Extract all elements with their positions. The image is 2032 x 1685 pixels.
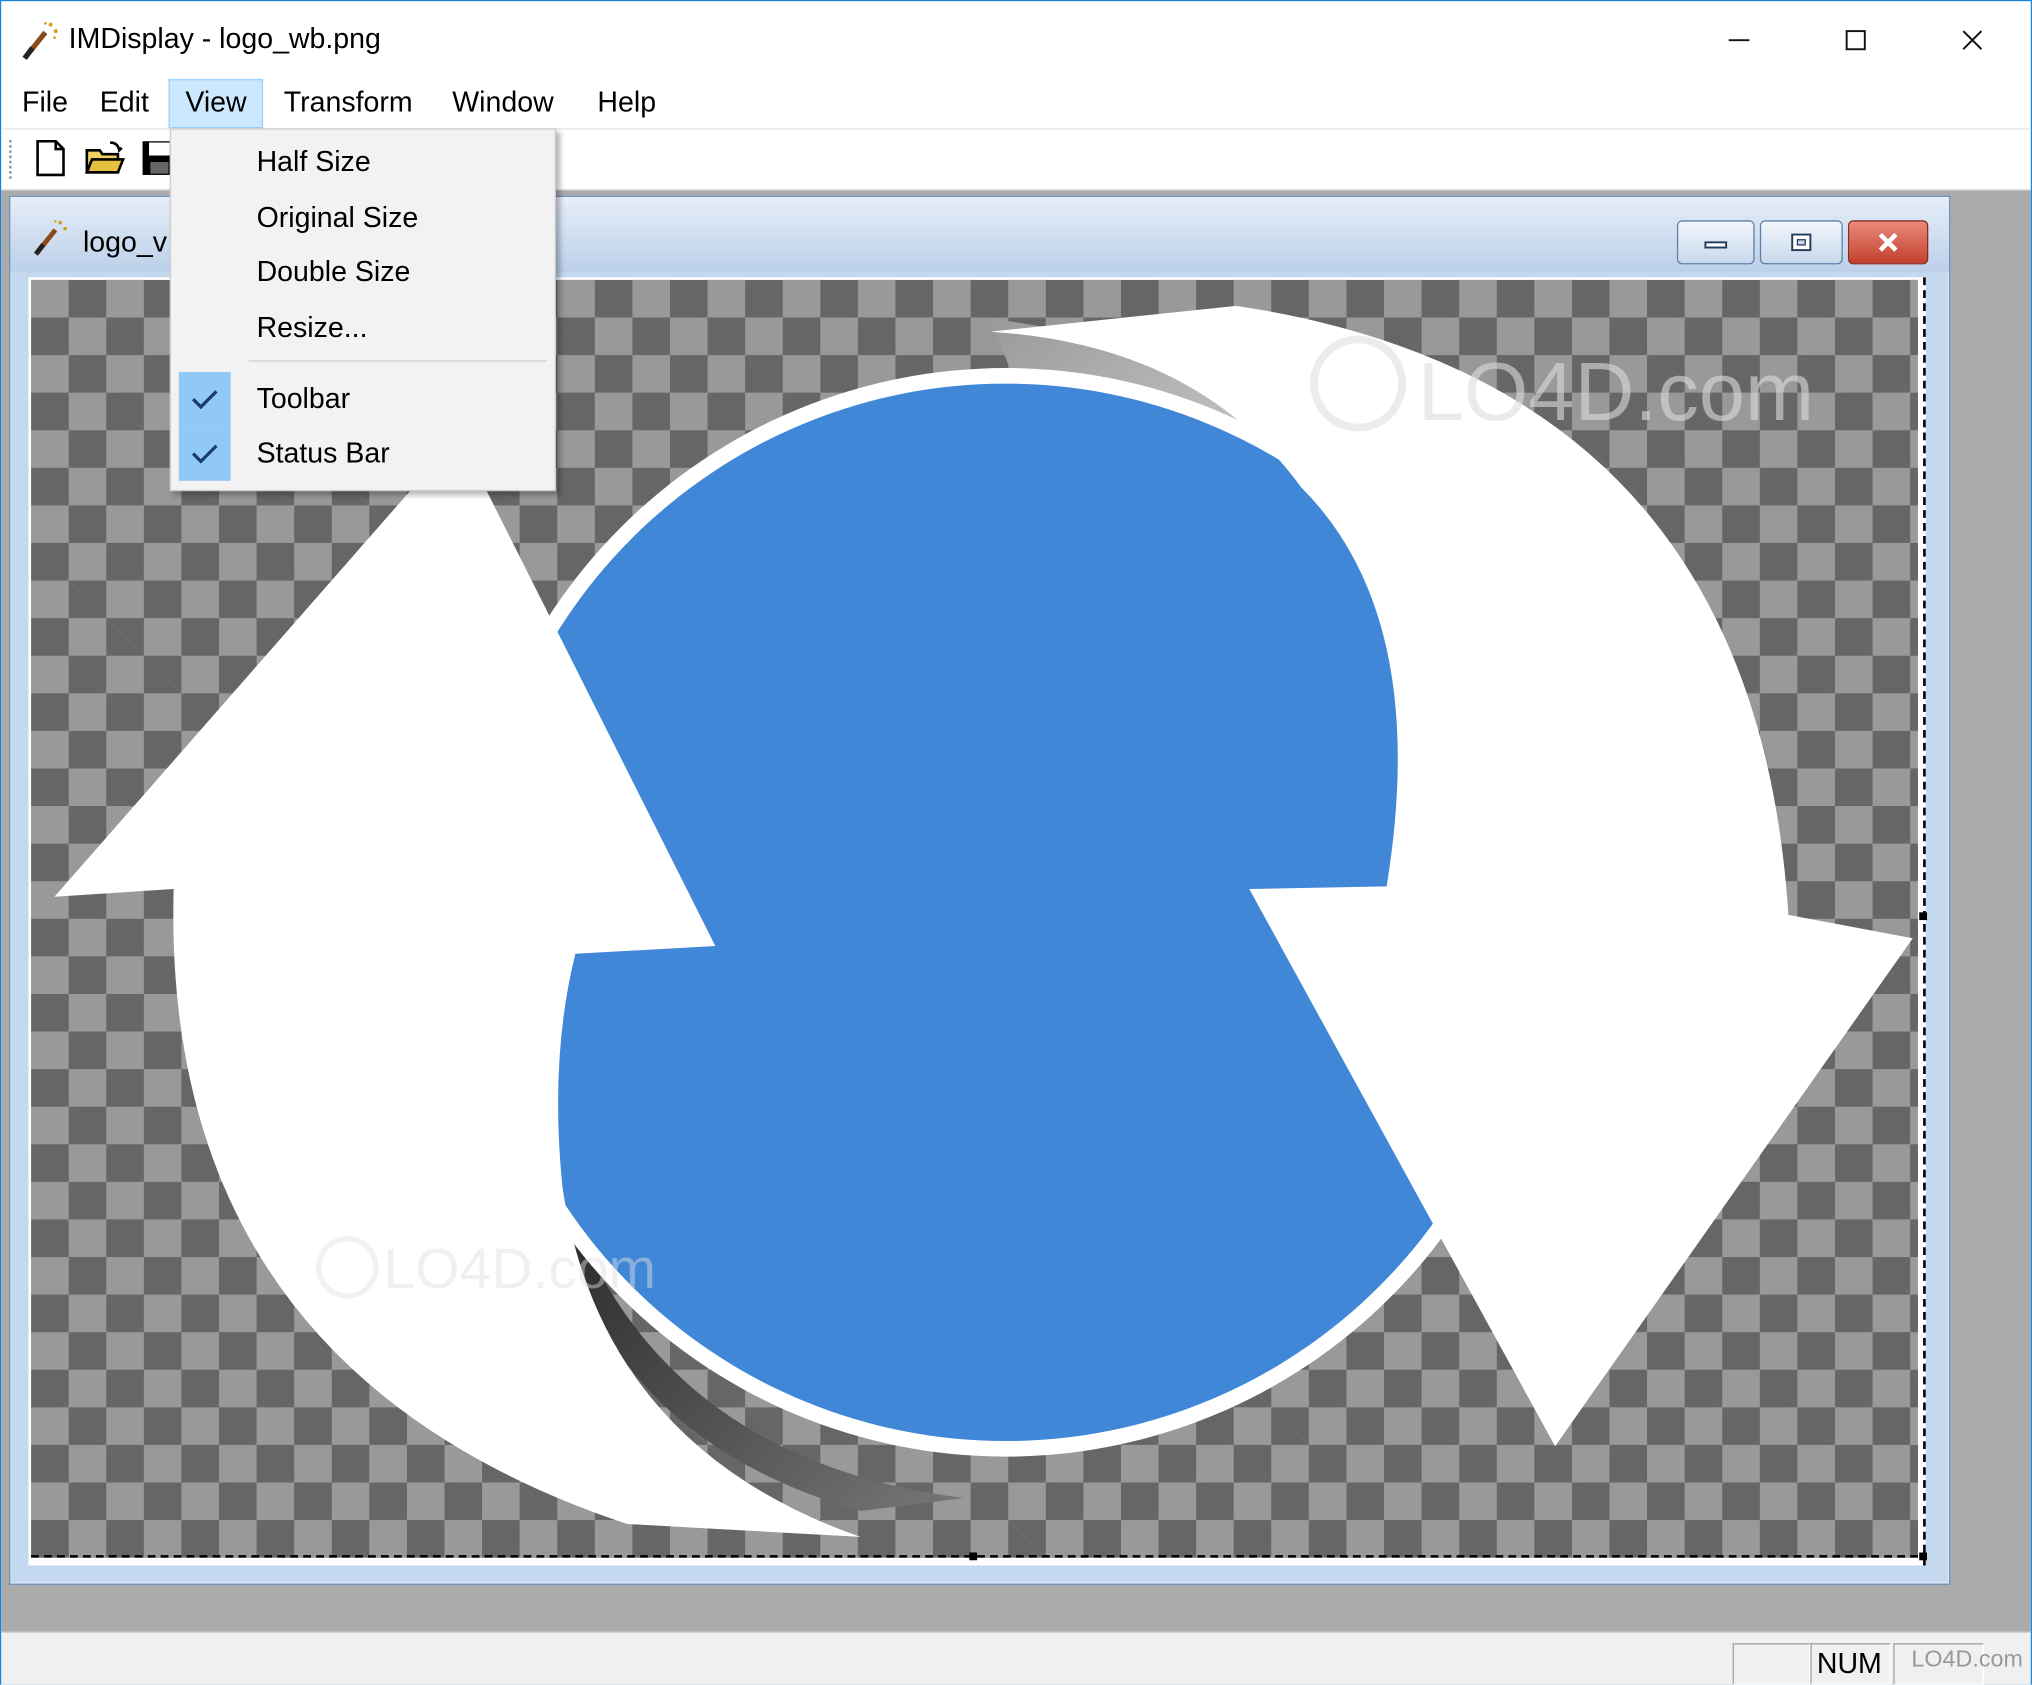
- menu-edit[interactable]: Edit: [84, 79, 164, 126]
- menu-help[interactable]: Help: [582, 79, 672, 126]
- menu-file[interactable]: File: [6, 79, 83, 126]
- menu-separator: [248, 360, 547, 362]
- status-watermark: LO4D.com: [1911, 1645, 2023, 1672]
- app-window: IMDisplay - logo_wb.png File Edit View T…: [0, 0, 2032, 1685]
- checkmark-icon: [178, 426, 231, 481]
- status-pane-caps: [1732, 1643, 1811, 1685]
- child-restore-button[interactable]: [1759, 220, 1843, 265]
- maximize-icon: [1845, 30, 1866, 51]
- view-menu-toolbar[interactable]: Toolbar: [171, 371, 555, 427]
- view-menu-resize[interactable]: Resize...: [171, 301, 555, 355]
- maximize-button[interactable]: [1797, 1, 1914, 79]
- checkmark-icon: [178, 371, 231, 427]
- watermark-bottom-text: LO4D.com: [384, 1237, 656, 1301]
- child-minimize-button[interactable]: [1676, 220, 1755, 265]
- magic-wand-icon: [34, 220, 67, 256]
- status-pane-num: NUM: [1810, 1643, 1891, 1685]
- status-bar: NUM LO4D.com: [1, 1631, 2031, 1685]
- close-button[interactable]: [1914, 1, 2031, 79]
- magic-wand-icon: [22, 22, 58, 60]
- close-icon: [1962, 30, 1983, 50]
- view-menu-double-size[interactable]: Double Size: [171, 245, 555, 299]
- minimize-button[interactable]: [1681, 1, 1798, 79]
- menu-item-label: Status Bar: [256, 436, 390, 470]
- toolbar-grip[interactable]: [9, 139, 15, 179]
- menu-item-label: Original Size: [256, 200, 419, 234]
- resize-handle-corner[interactable]: [1919, 1552, 1928, 1561]
- menu-item-label: Toolbar: [256, 382, 351, 415]
- resize-handle-right[interactable]: [1919, 912, 1928, 921]
- menu-view[interactable]: View: [168, 79, 264, 129]
- restore-icon: [1791, 233, 1812, 252]
- view-menu-original-size[interactable]: Original Size: [171, 190, 555, 244]
- menu-item-label: Resize...: [256, 311, 368, 344]
- view-menu-half-size[interactable]: Half Size: [171, 135, 555, 189]
- view-menu-dropdown: Half Size Original Size Double Size Resi…: [169, 128, 556, 492]
- child-window-title: logo_v: [82, 225, 167, 258]
- menu-item-label: Half Size: [256, 145, 371, 178]
- menu-window[interactable]: Window: [437, 79, 570, 126]
- menu-transform[interactable]: Transform: [268, 79, 428, 126]
- new-document-icon[interactable]: [30, 137, 71, 178]
- watermark-top-text: LO4D.com: [1418, 345, 1814, 438]
- open-folder-icon[interactable]: [84, 137, 126, 178]
- window-title: IMDisplay - logo_wb.png: [68, 22, 381, 55]
- menu-item-label: Double Size: [256, 255, 411, 288]
- close-icon: [1878, 232, 1898, 252]
- resize-handle-bottom[interactable]: [969, 1552, 978, 1561]
- menu-bar: File Edit View Transform Window Help: [1, 79, 2031, 130]
- child-close-button[interactable]: [1847, 220, 1929, 265]
- title-bar[interactable]: IMDisplay - logo_wb.png: [1, 1, 2031, 80]
- minimize-icon: [1704, 241, 1728, 249]
- minimize-icon: [1728, 39, 1750, 42]
- view-menu-status-bar[interactable]: Status Bar: [171, 426, 555, 481]
